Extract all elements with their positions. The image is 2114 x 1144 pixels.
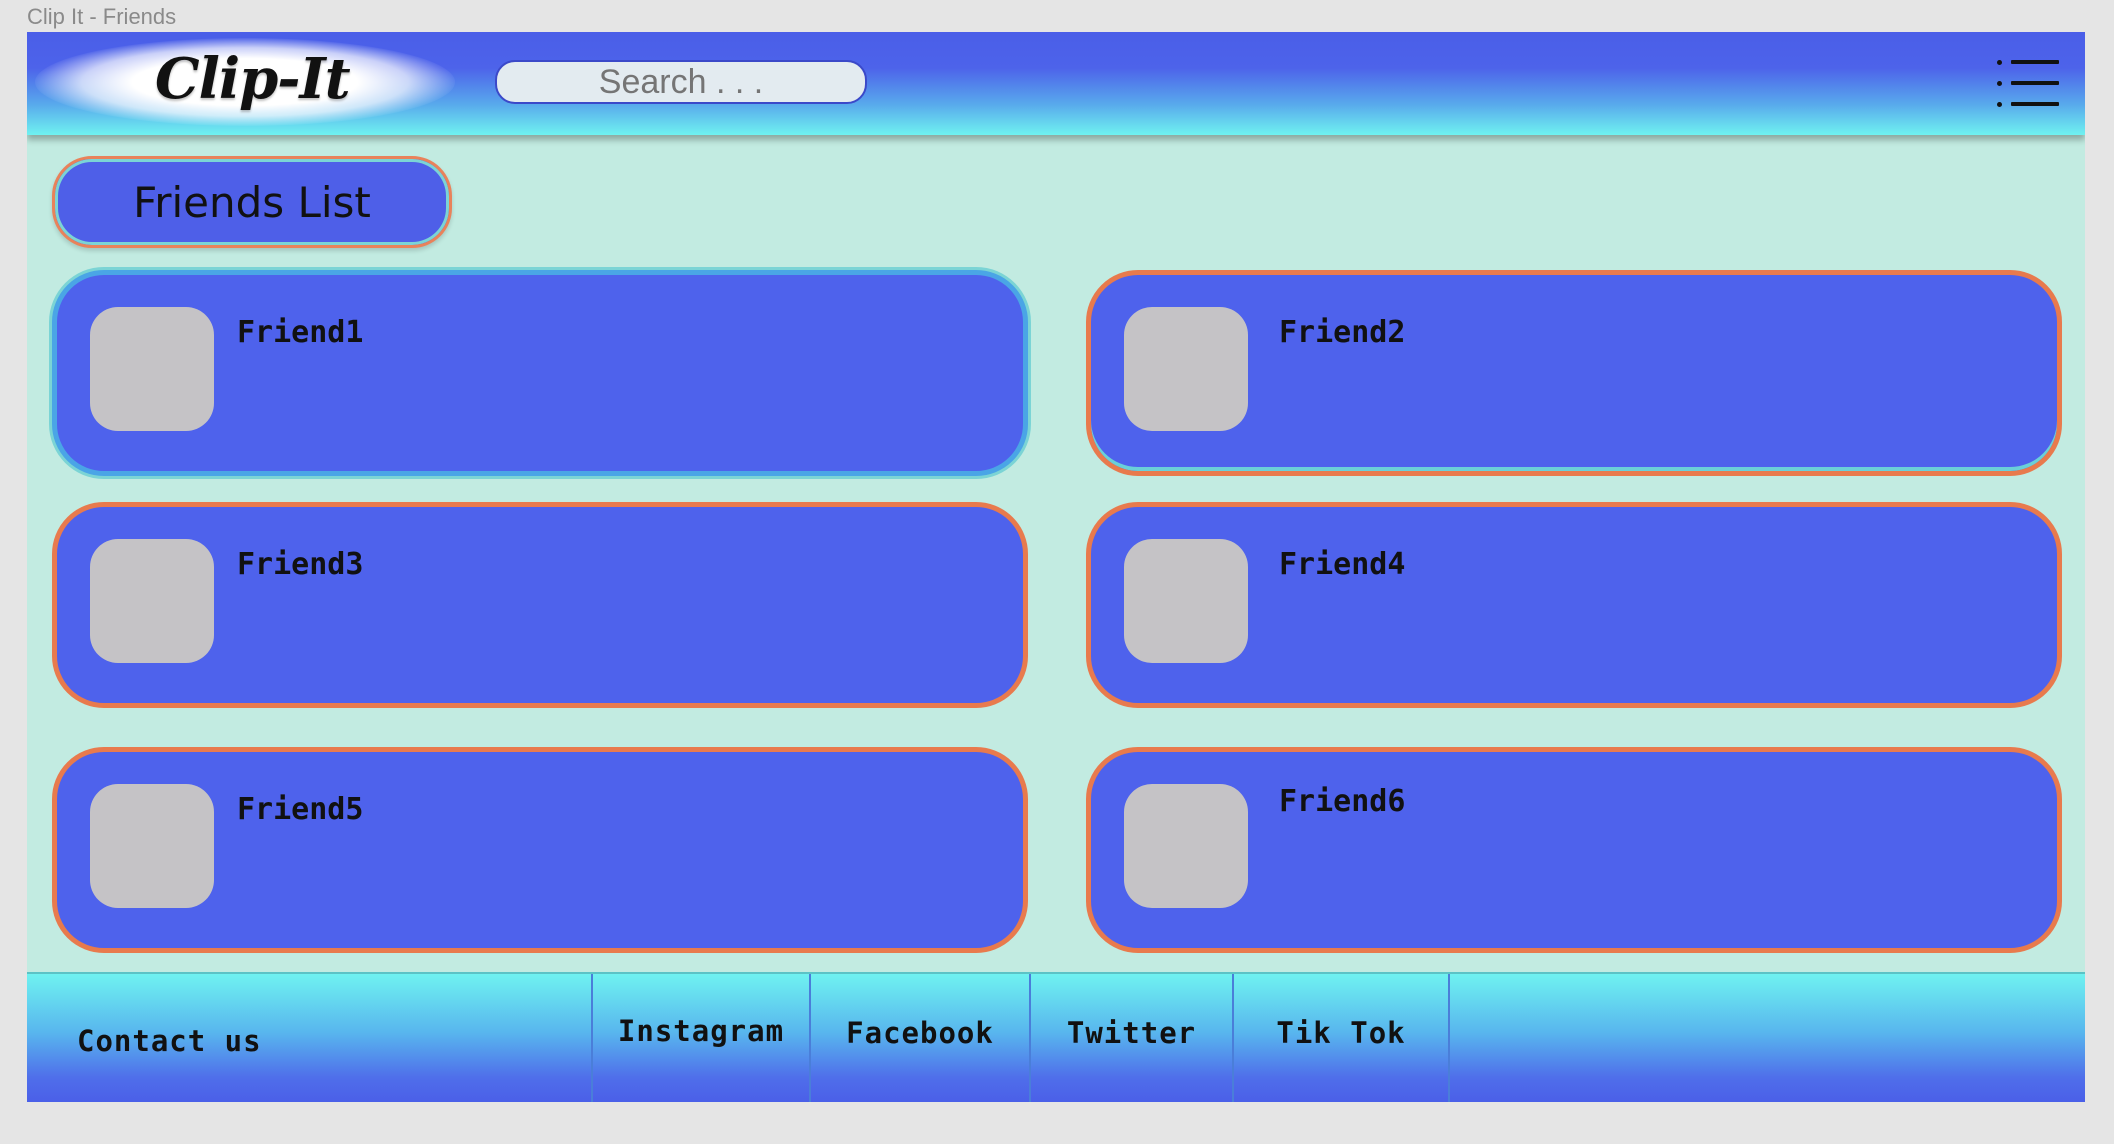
- friend-card[interactable]: Friend5: [52, 747, 1028, 953]
- friend-card[interactable]: Friend3: [52, 502, 1028, 708]
- search-input[interactable]: [495, 60, 867, 104]
- friend-name: Friend5: [237, 792, 364, 827]
- friend-name: Friend4: [1279, 547, 1406, 582]
- avatar: [1124, 307, 1248, 431]
- friend-card[interactable]: Friend2: [1086, 270, 2062, 476]
- friend-name: Friend1: [237, 315, 364, 350]
- friends-list-title[interactable]: Friends List: [52, 156, 452, 248]
- friend-name: Friend6: [1279, 784, 1406, 819]
- footer-link-twitter[interactable]: Twitter: [1029, 974, 1232, 1102]
- friend-card[interactable]: Friend4: [1086, 502, 2062, 708]
- app-frame: Clip-It Friends List Friend1 Friend2 Fri…: [27, 32, 2085, 1102]
- avatar: [90, 307, 214, 431]
- footer-link-label: Tik Tok: [1276, 1016, 1406, 1050]
- avatar: [90, 784, 214, 908]
- hamburger-menu-icon[interactable]: [1997, 58, 2059, 108]
- contact-us-link[interactable]: Contact us: [77, 1024, 262, 1058]
- footer-link-label: Facebook: [846, 1016, 994, 1050]
- footer-link-label: Twitter: [1066, 1016, 1197, 1050]
- avatar: [1124, 784, 1248, 908]
- footer-link-facebook[interactable]: Facebook: [809, 974, 1029, 1102]
- footer-link-label: Instagram: [617, 1014, 785, 1048]
- friend-name: Friend2: [1279, 315, 1406, 350]
- app-logo[interactable]: Clip-It: [155, 46, 351, 112]
- header-bar: Clip-It: [27, 32, 2085, 135]
- friend-card[interactable]: Friend1: [52, 270, 1028, 476]
- friend-card[interactable]: Friend6: [1086, 747, 2062, 953]
- avatar: [1124, 539, 1248, 663]
- avatar: [90, 539, 214, 663]
- footer-link-tiktok[interactable]: Tik Tok: [1232, 974, 1450, 1102]
- footer-link-instagram[interactable]: Instagram: [591, 974, 809, 1102]
- window-title: Clip It - Friends: [27, 4, 177, 29]
- footer-bar: Contact us Instagram Facebook Twitter Ti…: [27, 972, 2085, 1102]
- friend-name: Friend3: [237, 547, 364, 582]
